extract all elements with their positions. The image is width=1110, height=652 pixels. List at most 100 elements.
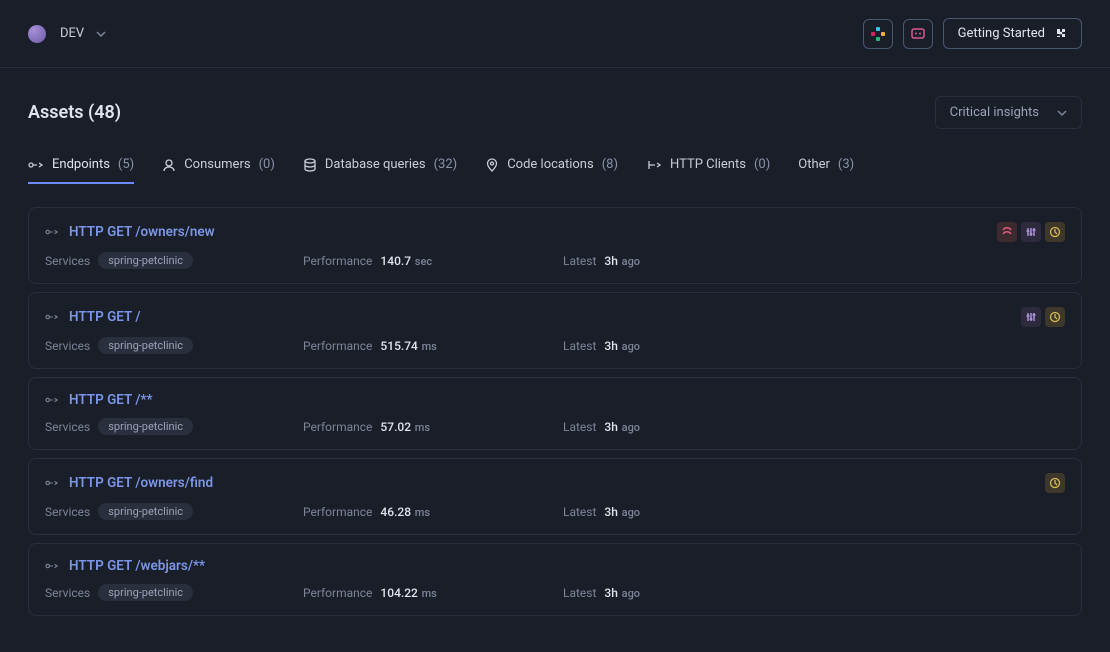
insights-dropdown[interactable]: Critical insights (935, 96, 1082, 129)
service-tag: spring-petclinic (98, 252, 193, 269)
insight-badge-yellow[interactable] (1045, 307, 1065, 327)
asset-meta: Servicesspring-petclinicPerformance46.28… (45, 503, 1065, 520)
tab-http-clients[interactable]: HTTP Clients (0) (646, 157, 770, 184)
tabs: Endpoints (5) Consumers (0) Database queri… (28, 157, 1082, 185)
services-group: Services spring-petclinic (45, 252, 263, 269)
slack-button[interactable] (863, 19, 893, 49)
asset-name-wrap: HTTP GET /** (45, 392, 153, 408)
asset-name: HTTP GET / (69, 309, 141, 325)
asset-meta: Services spring-petclinic Performance 57.02… (45, 418, 1065, 435)
performance-group: Performance140.7 sec (303, 254, 523, 268)
latest-value: 3h ago (604, 505, 640, 519)
tab-consumers[interactable]: Consumers (0) (162, 157, 275, 184)
performance-value: 57.02 ms (380, 420, 430, 434)
latest-value: 3h ago (604, 339, 640, 353)
endpoint-icon (28, 158, 44, 172)
asset-meta: Services spring-petclinic Performance 515.7… (45, 337, 1065, 354)
asset-badges (1021, 307, 1065, 327)
endpoint-icon (45, 226, 59, 238)
asset-card[interactable]: HTTP GET /owners/find Servicesspring-petc… (28, 458, 1082, 535)
service-tag: spring-petclinic (98, 418, 193, 435)
services-group: Services spring-petclinic (45, 418, 263, 435)
header-left: DEV (28, 25, 106, 43)
consumer-icon (162, 158, 176, 172)
tab-count: (3) (838, 157, 854, 172)
app-header: DEV (0, 0, 1110, 68)
asset-card[interactable]: HTTP GET /webjars/** Servicesspring-petcl… (28, 543, 1082, 616)
endpoint-icon (45, 477, 59, 489)
tab-count: (5) (118, 157, 134, 172)
tab-endpoints[interactable]: Endpoints (5) (28, 157, 134, 184)
performance-label: Performance (303, 254, 372, 268)
env-selector[interactable]: DEV (60, 26, 106, 41)
asset-name-wrap: HTTP GET /webjars/** (45, 558, 205, 574)
asset-name: HTTP GET /** (69, 392, 153, 408)
latest-value: 3h ago (604, 586, 640, 600)
slack-icon (871, 27, 885, 41)
app-logo (28, 25, 46, 43)
endpoint-icon (45, 394, 59, 406)
tab-other[interactable]: Other (3) (798, 157, 854, 184)
latest-group: Latest3h ago (563, 586, 1065, 600)
asset-name-wrap: HTTP GET /owners/find (45, 475, 213, 491)
tab-count: (32) (434, 157, 458, 172)
service-tag: spring-petclinic (98, 337, 193, 354)
getting-started-button[interactable]: Getting Started (943, 18, 1082, 49)
asset-card[interactable]: HTTP GET / Services spring-petclinic Perfor… (28, 292, 1082, 369)
asset-header: HTTP GET /webjars/** (45, 558, 1065, 574)
latest-label: Latest (563, 254, 596, 268)
tab-label: Database queries (325, 157, 426, 172)
services-label: Services (45, 254, 90, 268)
performance-value: 104.22 ms (380, 586, 436, 600)
main-content: Assets (48) Critical insights Endpoints … (0, 68, 1110, 652)
asset-card[interactable]: HTTP GET /owners/new Services spring-petcl… (28, 207, 1082, 284)
tab-label: Endpoints (52, 157, 110, 172)
services-label: Services (45, 420, 90, 434)
endpoint-icon (45, 311, 59, 323)
asset-header: HTTP GET /owners/find (45, 473, 1065, 493)
chat-button[interactable] (903, 19, 933, 49)
asset-header: HTTP GET / (45, 307, 1065, 327)
latest-group: Latest 3h ago (563, 420, 1065, 434)
performance-label: Performance (303, 586, 372, 600)
performance-value: 46.28 ms (380, 505, 430, 519)
chat-icon (911, 27, 925, 41)
services-group: Servicesspring-petclinic (45, 584, 263, 601)
performance-value: 515.74 ms (380, 339, 436, 353)
asset-name: HTTP GET /owners/find (69, 475, 213, 491)
tab-count: (0) (259, 157, 275, 172)
latest-group: Latest3h ago (563, 254, 1065, 268)
insight-badge-yellow[interactable] (1045, 473, 1065, 493)
latest-label: Latest (563, 420, 596, 434)
env-label: DEV (60, 26, 84, 41)
asset-header: HTTP GET /owners/new (45, 222, 1065, 242)
performance-label: Performance (303, 420, 372, 434)
asset-meta: Servicesspring-petclinic Performance 104.2… (45, 584, 1065, 601)
insight-badge-yellow[interactable] (1045, 222, 1065, 242)
asset-name-wrap: HTTP GET / (45, 309, 141, 325)
asset-badges (997, 222, 1065, 242)
chevron-down-icon (1057, 110, 1067, 116)
insight-badge-purple[interactable] (1021, 222, 1041, 242)
tab-label: Code locations (507, 157, 594, 172)
services-label: Services (45, 586, 90, 600)
asset-name: HTTP GET /owners/new (69, 224, 215, 240)
asset-meta: Services spring-petclinic Performance140.7… (45, 252, 1065, 269)
tab-label: Other (798, 157, 830, 172)
performance-group: Performance 46.28 ms (303, 505, 523, 519)
asset-card[interactable]: HTTP GET /** Services spring-petclinic Perf… (28, 377, 1082, 450)
performance-label: Performance (303, 505, 372, 519)
insight-badge-red[interactable] (997, 222, 1017, 242)
tab-label: Consumers (184, 157, 250, 172)
asset-name-wrap: HTTP GET /owners/new (45, 224, 215, 240)
title-row: Assets (48) Critical insights (28, 96, 1082, 129)
services-label: Services (45, 339, 90, 353)
insight-badge-purple[interactable] (1021, 307, 1041, 327)
code-location-icon (485, 158, 499, 172)
tab-code-locations[interactable]: Code locations (8) (485, 157, 618, 184)
puzzle-icon (1053, 27, 1067, 41)
assets-list: HTTP GET /owners/newServicesspring-petcl… (28, 207, 1082, 616)
latest-value: 3h ago (604, 420, 640, 434)
performance-label: Performance (303, 339, 372, 353)
tab-database-queries[interactable]: Database queries (32) (303, 157, 457, 184)
